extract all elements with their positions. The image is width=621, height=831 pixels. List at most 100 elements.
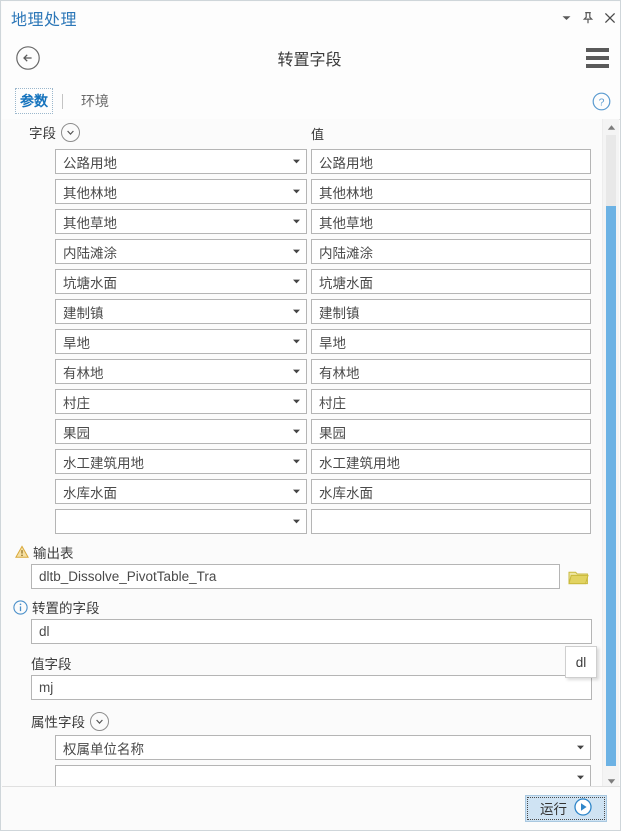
value-input-9[interactable]: 果园 (311, 419, 591, 444)
field-value-1: 其他林地 (63, 185, 117, 201)
value-text-4: 坑塘水面 (319, 275, 373, 291)
field-value-rows: 公路用地 公路用地 其他林地 其他林地 其他草地 其他草地 内陆滩涂 内陆滩涂 坑塘水面 坑塘水面… (2, 147, 605, 537)
field-combo-7[interactable]: 有林地 (55, 359, 307, 384)
value-text-6: 旱地 (319, 335, 346, 351)
run-button-label: 运行 (540, 802, 567, 817)
tab-parameters[interactable]: 参数 (15, 88, 53, 114)
field-combo-12[interactable] (55, 509, 307, 534)
field-combo-0[interactable]: 公路用地 (55, 149, 307, 174)
value-input-5[interactable]: 建制镇 (311, 299, 591, 324)
output-table-label: 输出表 (33, 546, 74, 561)
chevron-down-icon[interactable] (286, 158, 306, 165)
value-field-input[interactable]: mj (31, 675, 592, 700)
value-input-0[interactable]: 公路用地 (311, 149, 591, 174)
help-icon[interactable]: ? (591, 91, 611, 111)
chevron-down-icon[interactable] (61, 122, 80, 142)
output-table-value: dltb_Dissolve_PivotTable_Tra (39, 569, 217, 584)
folder-browse-icon[interactable] (567, 566, 589, 588)
field-combo-11[interactable]: 水库水面 (55, 479, 307, 504)
chevron-down-icon[interactable] (570, 774, 590, 781)
table-row: 其他林地 其他林地 (2, 177, 605, 207)
chevron-down-icon[interactable] (286, 218, 306, 225)
transposed-field-input[interactable]: dl (31, 619, 592, 644)
field-column-header: 字段 (29, 122, 80, 142)
chevron-down-icon[interactable] (286, 368, 306, 375)
value-input-3[interactable]: 内陆滩涂 (311, 239, 591, 264)
field-value-4: 坑塘水面 (63, 275, 117, 291)
play-icon (574, 797, 592, 819)
value-text-2: 其他草地 (319, 215, 373, 231)
chevron-down-icon[interactable] (286, 248, 306, 255)
hamburger-menu-icon[interactable] (577, 36, 617, 80)
attribute-field-value-0: 权属单位名称 (63, 741, 144, 757)
table-row: 果园 果园 (2, 417, 605, 447)
value-input-1[interactable]: 其他林地 (311, 179, 591, 204)
output-table-label-row: 输出表 (14, 542, 605, 562)
field-combo-8[interactable]: 村庄 (55, 389, 307, 414)
tab-divider (62, 93, 63, 109)
table-column-headers: 字段 值 (2, 122, 605, 148)
value-input-11[interactable]: 水库水面 (311, 479, 591, 504)
close-icon[interactable] (599, 5, 620, 31)
field-combo-9[interactable]: 果园 (55, 419, 307, 444)
table-row: 村庄 村庄 (2, 387, 605, 417)
vertical-scrollbar[interactable] (602, 119, 619, 789)
field-value-10: 水工建筑用地 (63, 455, 144, 471)
chevron-down-icon[interactable] (90, 711, 109, 731)
chevron-down-icon[interactable] (286, 518, 306, 525)
scroll-up-arrow-icon[interactable] (603, 119, 619, 135)
warning-icon (14, 545, 29, 560)
panel-footer: 运行 (2, 786, 620, 829)
back-button[interactable] (6, 36, 50, 80)
value-input-10[interactable]: 水工建筑用地 (311, 449, 591, 474)
chevron-down-icon[interactable] (286, 458, 306, 465)
chevron-down-icon[interactable] (286, 488, 306, 495)
value-input-2[interactable]: 其他草地 (311, 209, 591, 234)
output-table-input-row: dltb_Dissolve_PivotTable_Tra (31, 564, 605, 589)
value-input-8[interactable]: 村庄 (311, 389, 591, 414)
table-row: 坑塘水面 坑塘水面 (2, 267, 605, 297)
field-combo-10[interactable]: 水工建筑用地 (55, 449, 307, 474)
value-input-12[interactable] (311, 509, 591, 534)
pin-icon[interactable] (577, 5, 599, 31)
field-value-8: 村庄 (63, 395, 90, 411)
field-value-5: 建制镇 (63, 305, 104, 321)
table-row: 有林地 有林地 (2, 357, 605, 387)
tab-environments[interactable]: 环境 (77, 89, 113, 113)
scrollbar-track-upper[interactable] (606, 135, 616, 206)
attribute-fields-label: 属性字段 (31, 715, 85, 730)
table-row: 建制镇 建制镇 (2, 297, 605, 327)
value-text-9: 果园 (319, 425, 346, 441)
chevron-down-icon[interactable] (286, 398, 306, 405)
value-input-7[interactable]: 有林地 (311, 359, 591, 384)
chevron-down-icon[interactable] (286, 278, 306, 285)
value-text-10: 水工建筑用地 (319, 455, 400, 471)
field-value-11: 水库水面 (63, 485, 117, 501)
table-row: 水库水面 水库水面 (2, 477, 605, 507)
field-combo-6[interactable]: 旱地 (55, 329, 307, 354)
chevron-down-icon[interactable] (570, 744, 590, 751)
geoprocessing-panel: 地理处理 转置字段 参数 环境 ? 字段 值 公路用地 公路用地 其他林地 其他… (0, 0, 621, 831)
tab-bar: 参数 环境 ? (2, 83, 620, 120)
output-table-input[interactable]: dltb_Dissolve_PivotTable_Tra (31, 564, 560, 589)
panel-title-bar: 地理处理 (2, 2, 620, 34)
chevron-down-icon[interactable] (286, 188, 306, 195)
chevron-down-icon[interactable] (286, 308, 306, 315)
field-combo-2[interactable]: 其他草地 (55, 209, 307, 234)
value-input-4[interactable]: 坑塘水面 (311, 269, 591, 294)
chevron-down-icon[interactable] (286, 338, 306, 345)
field-combo-1[interactable]: 其他林地 (55, 179, 307, 204)
attribute-field-combo-0[interactable]: 权属单位名称 (55, 735, 591, 760)
field-combo-4[interactable]: 坑塘水面 (55, 269, 307, 294)
chevron-down-icon[interactable] (555, 5, 577, 31)
scrollbar-thumb[interactable] (606, 206, 616, 766)
hamburger-bar (585, 56, 609, 60)
svg-text:?: ? (598, 96, 604, 108)
table-row: 公路用地 公路用地 (2, 147, 605, 177)
chevron-down-icon[interactable] (286, 428, 306, 435)
run-button[interactable]: 运行 (525, 794, 607, 822)
field-combo-5[interactable]: 建制镇 (55, 299, 307, 324)
value-input-6[interactable]: 旱地 (311, 329, 591, 354)
field-combo-3[interactable]: 内陆滩涂 (55, 239, 307, 264)
tool-header: 转置字段 (2, 33, 620, 83)
